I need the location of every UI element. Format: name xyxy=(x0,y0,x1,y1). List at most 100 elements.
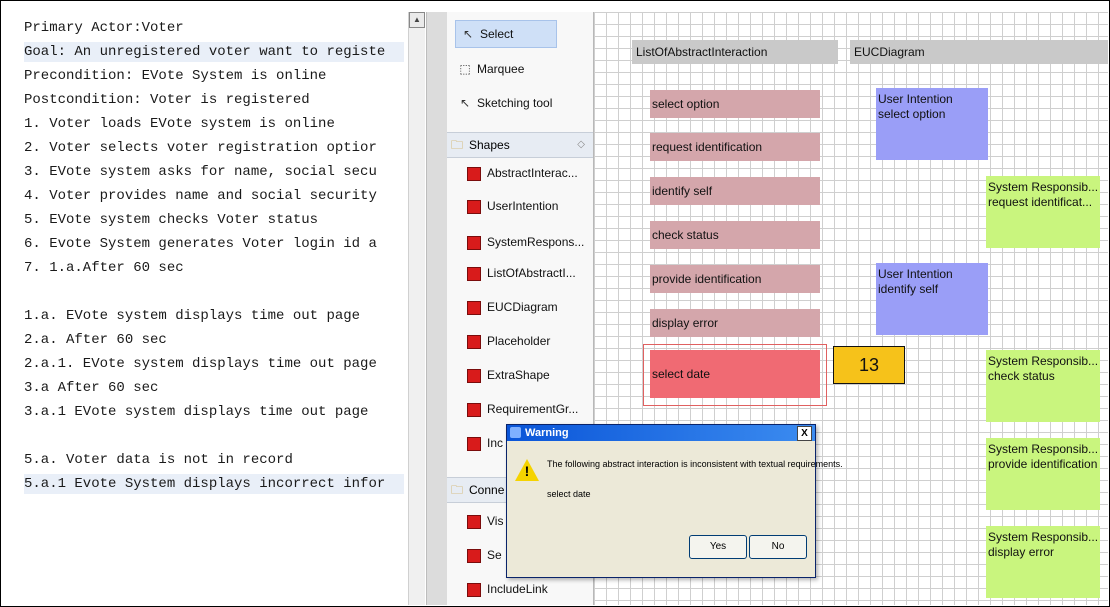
red-square-icon xyxy=(467,300,481,315)
shape-label: EUCDiagram xyxy=(487,300,558,314)
editor-line: 1.a. EVote system displays time out page xyxy=(24,308,361,324)
connections-drawer-label: Conne xyxy=(469,483,505,497)
scroll-up-icon[interactable]: ▲ xyxy=(409,12,425,28)
shape-label: RequirementGr... xyxy=(487,402,579,416)
system-responsibility-box[interactable]: System Responsib... display error xyxy=(986,526,1100,598)
red-square-icon xyxy=(467,368,481,383)
connection-label: Se xyxy=(487,548,502,562)
requirements-editor[interactable]: Primary Actor:Voter Goal: An unregistere… xyxy=(8,12,408,602)
palette-connection-item[interactable]: IncludeLink xyxy=(467,578,587,600)
system-responsibility-title: System Responsib... xyxy=(988,180,1099,194)
editor-line: 2.a.1. EVote system displays time out pa… xyxy=(24,356,377,372)
red-square-icon xyxy=(467,402,481,417)
pane-divider[interactable] xyxy=(426,12,448,605)
palette-shape-item[interactable]: SystemRespons... xyxy=(467,231,587,253)
dialog-message: The following abstract interaction is in… xyxy=(547,459,843,469)
app-icon xyxy=(510,427,521,438)
editor-line: Precondition: EVote System is online xyxy=(24,68,327,84)
shapes-drawer-label: Shapes xyxy=(469,138,510,152)
red-square-icon xyxy=(467,199,481,214)
system-responsibility-title: System Responsib... xyxy=(988,354,1099,368)
editor-line: 2.a. After 60 sec xyxy=(24,332,167,348)
sketching-tool[interactable]: ↖ Sketching tool xyxy=(457,90,552,116)
red-square-icon xyxy=(467,334,481,349)
euc-diagram-header[interactable]: EUCDiagram xyxy=(850,40,1108,64)
select-tool-label: Select xyxy=(480,27,514,41)
editor-line: Primary Actor:Voter xyxy=(24,20,184,36)
abstract-interaction[interactable]: provide identification xyxy=(650,265,820,293)
select-tool[interactable]: ↖ Select xyxy=(455,20,557,48)
editor-line: 3.a.1 EVote system displays time out pag… xyxy=(24,404,369,420)
editor-line: 5.a. Voter data is not in record xyxy=(24,452,293,468)
user-intention-box[interactable]: User Intention select option xyxy=(876,88,988,160)
red-square-icon xyxy=(467,548,481,563)
editor-line: 1. Voter loads EVote system is online xyxy=(24,116,335,132)
system-responsibility-text: display error xyxy=(988,545,1055,559)
editor-line: Postcondition: Voter is registered xyxy=(24,92,310,108)
marquee-icon: ⬚ xyxy=(459,62,471,76)
shapes-drawer[interactable]: 🗀 Shapes ◇ xyxy=(447,132,593,158)
editor-line: 4. Voter provides name and social securi… xyxy=(24,188,377,204)
close-icon[interactable]: X xyxy=(797,426,812,441)
connection-label: IncludeLink xyxy=(487,582,548,596)
user-intention-title: User Intention xyxy=(878,92,953,106)
list-header[interactable]: ListOfAbstractInteraction xyxy=(632,40,838,64)
marquee-tool[interactable]: ⬚ Marquee xyxy=(457,56,524,82)
sketching-tool-label: Sketching tool xyxy=(477,96,553,110)
exclamation-icon: ! xyxy=(524,463,530,479)
red-square-icon xyxy=(467,436,481,451)
abstract-interaction[interactable]: identify self xyxy=(650,177,820,205)
system-responsibility-box[interactable]: System Responsib... request identificat.… xyxy=(986,176,1100,248)
red-square-icon xyxy=(467,582,481,597)
folder-icon: 🗀 xyxy=(451,483,464,497)
shape-label: Inc xyxy=(487,436,504,450)
editor-line: 3. EVote system asks for name, social se… xyxy=(24,164,377,180)
palette-shape-item[interactable]: ExtraShape xyxy=(467,364,587,386)
shape-label: ExtraShape xyxy=(487,368,550,382)
editor-line: 3.a After 60 sec xyxy=(24,380,159,396)
shape-label: SystemRespons... xyxy=(487,235,585,249)
shape-label: UserIntention xyxy=(487,199,559,213)
marquee-tool-label: Marquee xyxy=(477,62,525,76)
dialog-item: select date xyxy=(547,489,591,499)
arrow-pointer-icon: ↖ xyxy=(462,27,474,41)
system-responsibility-box[interactable]: System Responsib... provide identificati… xyxy=(986,438,1100,510)
warning-dialog: Warning X ! The following abstract inter… xyxy=(506,424,843,578)
no-button[interactable]: No xyxy=(749,535,807,559)
dialog-title: Warning xyxy=(525,427,569,439)
editor-scrollbar[interactable]: ▲ xyxy=(408,12,425,605)
red-square-icon xyxy=(467,235,481,250)
palette-shape-item[interactable]: RequirementGr... xyxy=(467,398,587,420)
palette-shape-item[interactable]: Placeholder xyxy=(467,330,587,352)
abstract-interaction[interactable]: display error xyxy=(650,309,820,337)
abstract-interaction[interactable]: request identification xyxy=(650,133,820,161)
editor-line: 5. EVote system checks Voter status xyxy=(24,212,319,228)
shape-label: ListOfAbstractI... xyxy=(487,266,576,280)
editor-line: 5.a.1 Evote System displays incorrect in… xyxy=(24,474,404,494)
red-square-icon xyxy=(467,514,481,529)
editor-line: 2. Voter selects voter registration opti… xyxy=(24,140,377,156)
palette-shape-item[interactable]: ListOfAbstractI... xyxy=(467,262,587,284)
user-intention-text: identify self xyxy=(878,282,939,296)
list-header-label: ListOfAbstractInteraction xyxy=(636,45,768,59)
abstract-interaction[interactable]: check status xyxy=(650,221,820,249)
system-responsibility-title: System Responsib... xyxy=(988,442,1099,456)
collapse-icon[interactable]: ◇ xyxy=(577,133,585,157)
palette-shape-item[interactable]: UserIntention xyxy=(467,195,587,217)
palette-shape-item[interactable]: AbstractInterac... xyxy=(467,162,587,184)
dialog-titlebar[interactable]: Warning X xyxy=(507,425,815,441)
red-square-icon xyxy=(467,166,481,181)
user-intention-box[interactable]: User Intention identify self xyxy=(876,263,988,335)
editor-line: 7. 1.a.After 60 sec xyxy=(24,260,184,276)
editor-line: Goal: An unregistered voter want to regi… xyxy=(24,42,404,62)
euc-header-label: EUCDiagram xyxy=(854,45,925,59)
system-responsibility-text: provide identification xyxy=(988,457,1098,471)
yes-button[interactable]: Yes xyxy=(689,535,747,559)
abstract-interaction-selected[interactable]: select date xyxy=(650,350,820,398)
abstract-interaction[interactable]: select option xyxy=(650,90,820,118)
shape-label: AbstractInterac... xyxy=(487,166,578,180)
system-responsibility-box[interactable]: System Responsib... check status xyxy=(986,350,1100,422)
shape-label: Placeholder xyxy=(487,334,551,348)
palette-shape-item[interactable]: EUCDiagram xyxy=(467,296,587,318)
